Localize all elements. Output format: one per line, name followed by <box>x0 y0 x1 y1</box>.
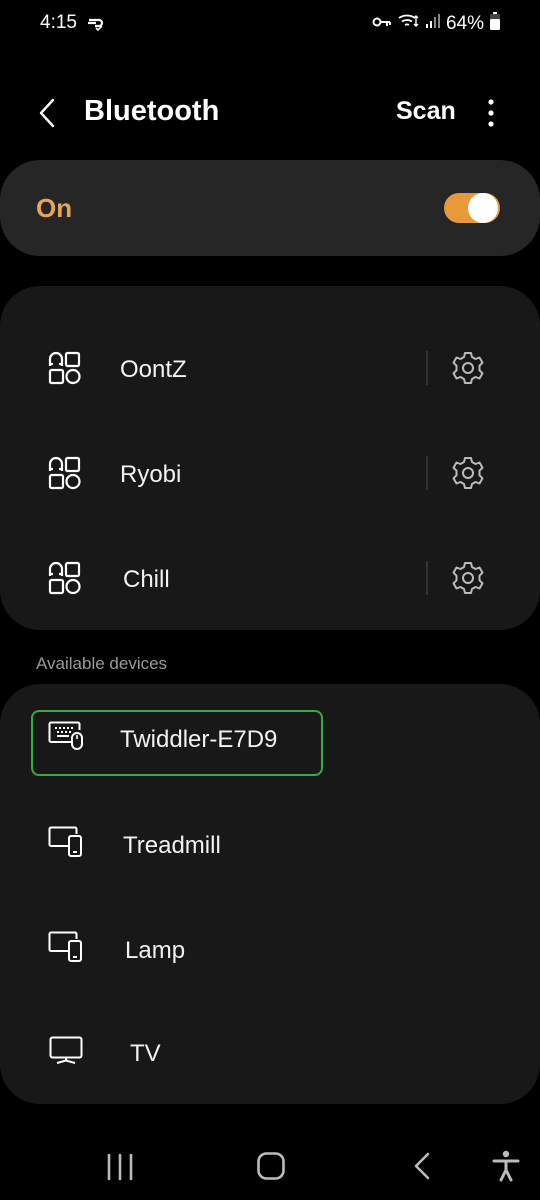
more-vertical-icon <box>488 99 494 127</box>
apps-icon <box>47 455 83 496</box>
back-button[interactable] <box>34 96 64 130</box>
scan-button[interactable]: Scan <box>396 97 456 126</box>
available-device-row[interactable]: Treadmill <box>0 794 540 894</box>
devices-icon <box>48 931 84 968</box>
recents-icon <box>107 1153 133 1181</box>
status-time: 4:15 <box>40 12 77 33</box>
home-icon <box>257 1152 285 1180</box>
toggle-label: On <box>36 193 73 223</box>
device-name: TV <box>130 1040 161 1067</box>
divider <box>426 456 428 490</box>
device-name: Ryobi <box>120 461 182 488</box>
device-name: Treadmill <box>123 832 221 859</box>
paired-device-row[interactable]: Chill <box>0 528 540 628</box>
chevron-left-icon <box>39 98 55 128</box>
available-device-row[interactable]: TV <box>0 1002 540 1102</box>
device-name: Chill <box>123 566 170 593</box>
device-name: Lamp <box>125 937 186 964</box>
app-bar: Bluetooth Scan <box>0 80 540 146</box>
apps-icon <box>47 560 83 601</box>
gear-icon[interactable] <box>450 560 486 601</box>
apps-icon <box>47 350 83 391</box>
battery-icon <box>490 12 500 36</box>
tv-icon <box>49 1036 83 1071</box>
available-devices-header: Available devices <box>36 654 168 673</box>
bluetooth-switch[interactable] <box>443 191 501 230</box>
battery-percent: 64% <box>445 13 484 34</box>
accessibility-icon <box>492 1150 520 1182</box>
home-button[interactable] <box>256 1151 286 1186</box>
divider <box>426 351 428 385</box>
gear-icon[interactable] <box>450 455 486 496</box>
nav-back-button[interactable] <box>410 1151 434 1186</box>
devices-icon <box>48 826 84 863</box>
back-icon <box>414 1152 430 1180</box>
vpn-key-icon <box>372 13 392 35</box>
page-title: Bluetooth <box>84 95 220 127</box>
status-icons: 64% <box>372 12 500 36</box>
available-device-row[interactable]: Lamp <box>0 899 540 999</box>
divider <box>426 561 428 595</box>
paired-device-row[interactable]: Ryobi <box>0 423 540 523</box>
focus-highlight <box>31 710 323 776</box>
navigation-bar <box>0 1130 540 1200</box>
status-bar: 4:15 64% <box>0 0 540 50</box>
accessibility-button[interactable] <box>492 1150 520 1187</box>
paired-device-row[interactable]: OontZ <box>0 318 540 418</box>
more-options-button[interactable] <box>480 96 502 130</box>
gear-icon[interactable] <box>450 350 486 391</box>
device-name: OontZ <box>120 356 187 383</box>
recents-button[interactable] <box>106 1152 134 1187</box>
link-icon <box>86 14 106 37</box>
paired-devices-card: OontZ Ryobi Chill <box>0 286 540 630</box>
wifi-icon <box>398 12 420 36</box>
signal-icon <box>425 13 440 35</box>
